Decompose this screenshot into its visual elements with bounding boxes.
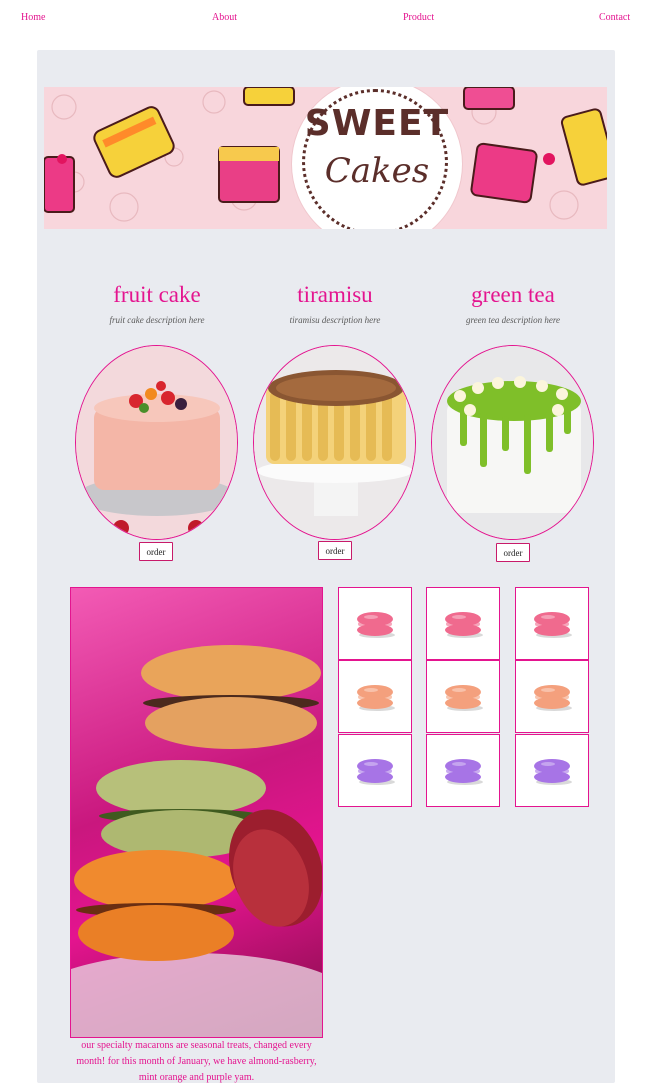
macaron-icon — [445, 612, 483, 638]
macaron-tile[interactable] — [426, 660, 500, 733]
product-desc-tiramisu: tiramisu description here — [289, 315, 381, 325]
product-title-fruit-cake: fruit cake — [113, 282, 201, 307]
product-desc-green-tea: green tea description here — [465, 315, 561, 325]
macaron-caption: our specialty macarons are seasonal trea… — [76, 1040, 317, 1083]
product-desc-fruit-cake: fruit cake description here — [109, 315, 205, 325]
nav-about-link[interactable]: About — [212, 12, 237, 23]
macaron-tile[interactable] — [338, 734, 412, 807]
macaron-tile[interactable] — [515, 660, 589, 733]
sweet-cakes-logo: SWEET Cakes — [292, 87, 462, 229]
macaron-tile[interactable] — [426, 734, 500, 807]
order-tiramisu-button[interactable]: order — [318, 541, 352, 560]
nav-contact-link[interactable]: Contact — [599, 12, 630, 23]
macaron-icon — [357, 685, 395, 711]
macaron-icon — [534, 612, 572, 638]
macaron-tile[interactable] — [515, 587, 589, 660]
top-nav: Home About Product Contact — [0, 12, 655, 28]
macaron-icon — [445, 685, 483, 711]
macaron-icon — [357, 759, 395, 785]
order-fruit-cake-button[interactable]: order — [139, 542, 173, 561]
logo-line-1: SWEET — [304, 103, 450, 144]
nav-home-link[interactable]: Home — [21, 12, 45, 23]
product-title-tiramisu: tiramisu — [297, 282, 373, 307]
macaron-icon — [357, 612, 395, 638]
product-title-green-tea: green tea — [471, 282, 555, 307]
macaron-tile[interactable] — [426, 587, 500, 660]
tiramisu-image[interactable] — [253, 345, 416, 540]
hero-banner: SWEET Cakes — [44, 87, 607, 229]
nav-product-link[interactable]: Product — [403, 12, 434, 23]
macaron-tile[interactable] — [338, 660, 412, 733]
green-tea-cake-image[interactable] — [431, 345, 594, 540]
macaron-feature-image — [70, 587, 323, 1038]
macaron-tile[interactable] — [338, 587, 412, 660]
logo-line-2: Cakes — [324, 151, 430, 191]
macaron-icon — [534, 759, 572, 785]
fruit-cake-image[interactable] — [75, 345, 238, 540]
order-green-tea-button[interactable]: order — [496, 543, 530, 562]
macaron-tile[interactable] — [515, 734, 589, 807]
macaron-icon — [445, 759, 483, 785]
macaron-icon — [534, 685, 572, 711]
